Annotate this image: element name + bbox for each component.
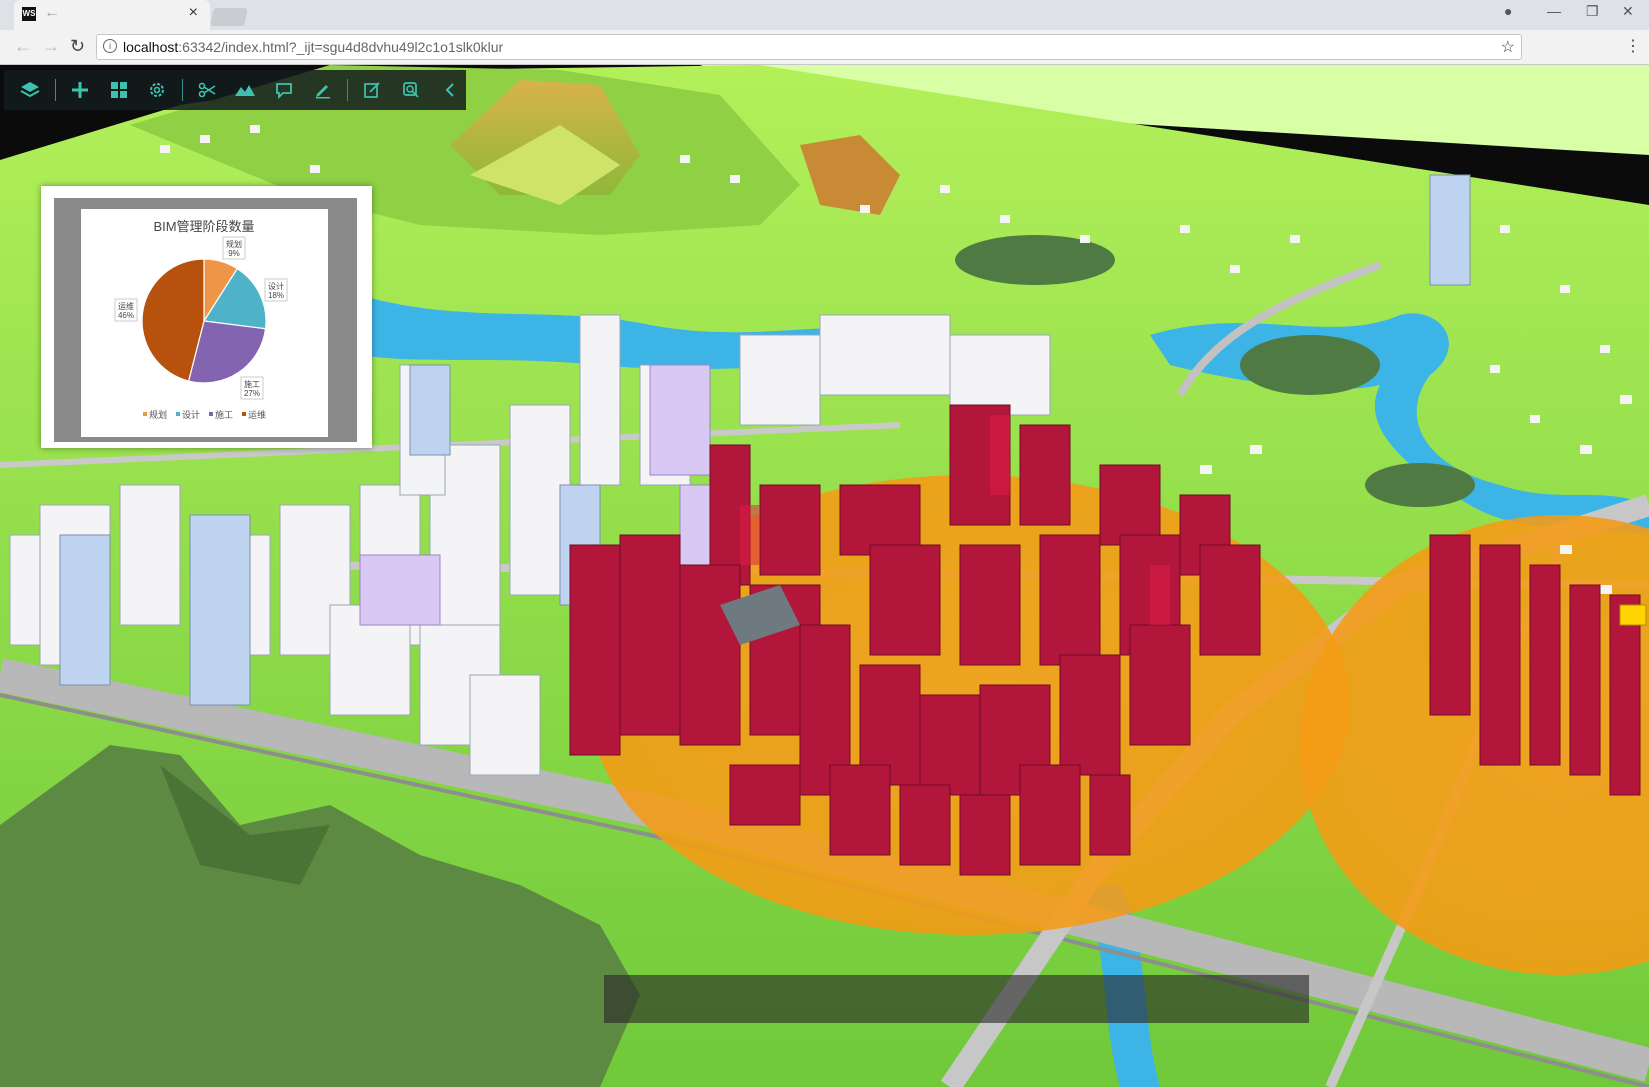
data-label-percent: 9% [228,249,240,258]
pie-chart: BIM管理阶段数量 规划9%设计18%施工27%运维46% 规划 设计 施工 运维 [114,219,288,420]
settings-icon[interactable] [141,73,174,107]
data-label-percent: 27% [244,389,260,398]
terrain-icon[interactable] [229,73,262,107]
chart-frame: BIM管理阶段数量 规划 9% 设计 18% 施工 27% 运维 46% 规划 设计 施工 运维 [54,198,357,442]
legend-label: 施工 [215,409,233,420]
data-label-category: 设计 [268,281,284,291]
toolbar-divider [54,79,56,101]
browser-toolbar: ← → ↻ i localhost:63342/index.html?_ijt=… [0,30,1649,65]
collapse-icon[interactable] [433,73,466,107]
legend-swatch [209,412,213,416]
chart-title: BIM管理阶段数量 [153,219,254,234]
browser-menu-icon[interactable]: ⋮ [1625,36,1641,56]
legend-label: 规划 [149,409,167,420]
url-host: localhost [123,39,179,55]
tab-loading-arrow-icon: ← [44,4,60,21]
minimize-button[interactable]: — [1547,3,1561,19]
webstorm-favicon-icon: WS [22,7,36,21]
bookmark-star-icon[interactable]: ☆ [1501,37,1515,57]
data-label-3: 运维46% [114,298,138,322]
legend-label: 运维 [248,409,266,420]
grid-icon[interactable] [102,73,135,107]
legend-swatch [143,412,147,416]
legend-label: 设计 [182,409,200,420]
data-label-category: 施工 [244,379,260,389]
map-toolbar [4,70,466,110]
layers-icon[interactable] [14,73,47,107]
pen-icon[interactable] [306,73,339,107]
data-label-percent: 18% [268,291,284,300]
chart-area: BIM管理阶段数量 规划 9% 设计 18% 施工 27% 运维 46% 规划 设计 施工 运维 [81,209,328,437]
forward-button[interactable]: → [42,36,60,57]
bim-stage-chart-panel: BIM管理阶段数量 规划 9% 设计 18% 施工 27% 运维 46% 规划 设计 施工 运维 [41,186,372,448]
url-path: :63342/index.html?_ijt=sgu4d8dvhu49l2c1o… [178,39,504,55]
reload-button[interactable]: ↻ [70,36,85,57]
tab-close-button[interactable]: × [189,4,198,22]
scissors-icon[interactable] [190,73,223,107]
data-label-0: 规划9% [222,236,246,260]
chat-icon[interactable] [268,73,301,107]
url-text[interactable]: localhost:63342/index.html?_ijt=sgu4d8dv… [123,39,503,55]
data-label-1: 设计18% [264,278,288,302]
browser-tab[interactable]: WS ← × [14,0,210,30]
back-button[interactable]: ← [14,36,32,57]
legend-swatch [176,412,180,416]
new-tab-button[interactable] [210,8,248,26]
data-label-2: 施工27% [240,376,264,400]
close-window-button[interactable]: ✕ [1622,3,1634,20]
address-bar[interactable]: i localhost:63342/index.html?_ijt=sgu4d8… [96,34,1522,60]
data-label-category: 运维 [118,301,134,311]
map-viewport[interactable]: BIM管理阶段数量 规划 9% 设计 18% 施工 27% 运维 46% 规划 设计 施工 运维 [0,65,1649,1087]
legend-item-3: 运维 [242,409,266,420]
toolbar-divider [181,79,183,101]
search-icon[interactable] [395,73,428,107]
toolbar-divider [347,79,348,101]
data-label-percent: 46% [118,311,134,320]
data-label-category: 规划 [226,239,242,249]
add-icon[interactable] [64,73,97,107]
caption-bar [604,975,1309,1023]
legend-item-2: 施工 [209,409,233,420]
info-icon[interactable]: i [103,39,117,53]
browser-tab-strip: WS ← × ● — ❐ ✕ [0,0,1649,30]
legend-item-0: 规划 [143,409,167,420]
legend-swatch [242,412,246,416]
legend-item-1: 设计 [176,409,200,420]
restore-button[interactable]: ❐ [1586,3,1599,20]
edit-icon[interactable] [356,73,389,107]
profile-icon[interactable]: ● [1504,3,1512,19]
